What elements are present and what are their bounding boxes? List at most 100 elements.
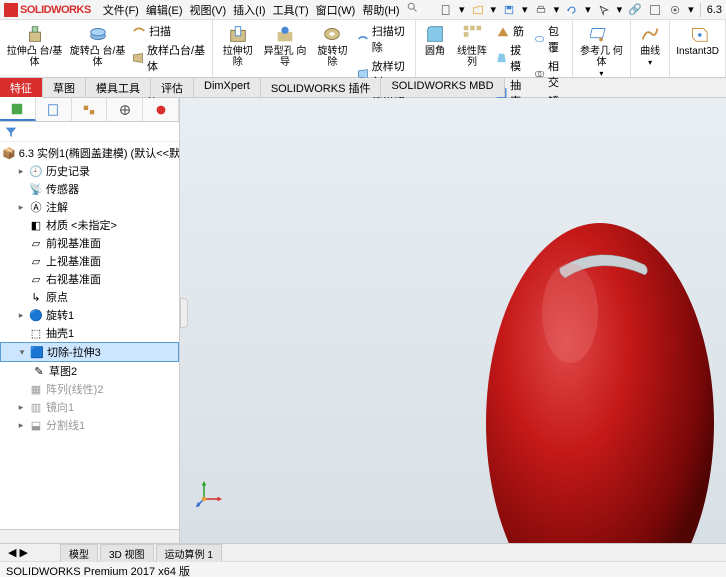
origin-icon: ↳ — [29, 290, 43, 304]
history-icon: 🕘 — [29, 164, 43, 178]
tab-motion-study[interactable]: 运动算例 1 — [156, 544, 222, 562]
feature-tree-panel: 📦6.3 实例1(椭圆盖建模) (默认<<默认>_显 ▸🕘历史记录 📡传感器 ▸… — [0, 98, 180, 543]
tab-dimxpert[interactable]: DimXpert — [194, 78, 261, 97]
tab-plugins[interactable]: SOLIDWORKS 插件 — [261, 78, 382, 97]
title-bar: SOLIDWORKS 文件(F) 编辑(E) 视图(V) 插入(I) 工具(T)… — [0, 0, 726, 20]
menu-bar: 文件(F) 编辑(E) 视图(V) 插入(I) 工具(T) 窗口(W) 帮助(H… — [101, 0, 419, 20]
tree-front-plane[interactable]: ▱前视基准面 — [0, 234, 179, 252]
plane-icon: ▱ — [29, 254, 43, 268]
model-render — [480, 173, 720, 543]
tree-root[interactable]: 📦6.3 实例1(椭圆盖建模) (默认<<默认>_显 — [0, 144, 179, 162]
tree-tab-display[interactable] — [143, 98, 179, 121]
menu-edit[interactable]: 编辑(E) — [144, 0, 185, 20]
loft-button[interactable]: 放样凸台/基体 — [129, 41, 209, 75]
tree-tab-config[interactable] — [72, 98, 108, 121]
pattern-icon: ▦ — [29, 382, 43, 396]
tree-sensors[interactable]: 📡传感器 — [0, 180, 179, 198]
logo-text: SOLIDWORKS — [20, 4, 91, 16]
plane-icon: ▱ — [29, 236, 43, 250]
tree-revolve1[interactable]: ▸🔵旋转1 — [0, 306, 179, 324]
tab-mold[interactable]: 模具工具 — [86, 78, 151, 97]
save-icon[interactable] — [502, 3, 516, 17]
feature-tree[interactable]: 📦6.3 实例1(椭圆盖建模) (默认<<默认>_显 ▸🕘历史记录 📡传感器 ▸… — [0, 142, 179, 529]
tab-mbd[interactable]: SOLIDWORKS MBD — [381, 78, 504, 97]
sketch-icon: ✎ — [32, 364, 46, 378]
expand-icon[interactable]: ▸ — [16, 310, 26, 320]
tree-scrollbar[interactable] — [0, 529, 179, 543]
expand-icon[interactable]: ▸ — [16, 202, 26, 212]
link-icon[interactable]: 🔗 — [628, 3, 642, 17]
tree-split1[interactable]: ▸⬓分割线1 — [0, 416, 179, 434]
tree-shell1[interactable]: ⬚抽壳1 — [0, 324, 179, 342]
sensor-icon: 📡 — [29, 182, 43, 196]
intersect-button[interactable]: 相交 — [531, 57, 569, 91]
doc-label: 6.3 — [707, 4, 722, 16]
split-icon: ⬓ — [29, 418, 43, 432]
tree-mirror1[interactable]: ▸▥镜向1 — [0, 398, 179, 416]
instant3d-button[interactable]: Instant3D — [673, 22, 722, 58]
sweep-button[interactable]: 扫描 — [129, 22, 209, 40]
select-icon[interactable] — [597, 3, 611, 17]
tree-tab-dimxpert[interactable] — [107, 98, 143, 121]
tree-filter-bar — [0, 122, 179, 142]
tab-feature[interactable]: 特征 — [0, 78, 43, 98]
menu-view[interactable]: 视图(V) — [188, 0, 229, 20]
menu-insert[interactable]: 插入(I) — [231, 0, 267, 20]
expand-icon[interactable]: ▸ — [16, 402, 26, 412]
expand-icon[interactable]: ▸ — [16, 420, 26, 430]
tab-sketch[interactable]: 草图 — [43, 78, 86, 97]
tab-evaluate[interactable]: 评估 — [151, 78, 194, 97]
status-bar: SOLIDWORKS Premium 2017 x64 版 — [0, 561, 726, 577]
tab-model[interactable]: 模型 — [60, 544, 98, 562]
tree-pattern[interactable]: ▦阵列(线性)2 — [0, 380, 179, 398]
tree-tab-property[interactable] — [36, 98, 72, 121]
ref-geometry-button[interactable]: 参考几 何体 — [576, 22, 628, 69]
status-text: SOLIDWORKS Premium 2017 x64 版 — [6, 566, 190, 578]
tree-sketch2[interactable]: ✎草图2 — [0, 362, 179, 380]
menu-tools[interactable]: 工具(T) — [271, 0, 311, 20]
rebuild-icon[interactable] — [565, 3, 579, 17]
motion-tabs: ◀ ▶ 模型 3D 视图 运动算例 1 — [0, 543, 726, 561]
logo-icon — [4, 3, 18, 17]
sweep-cut-button[interactable]: 扫描切除 — [354, 22, 412, 56]
settings-icon[interactable] — [668, 3, 682, 17]
panel-splitter[interactable] — [180, 298, 188, 328]
tree-tab-feature[interactable] — [0, 98, 36, 121]
new-icon[interactable] — [439, 3, 453, 17]
graphics-viewport[interactable] — [180, 98, 726, 543]
filter-icon[interactable] — [4, 125, 18, 139]
menu-window[interactable]: 窗口(W) — [314, 0, 358, 20]
options-icon[interactable] — [648, 3, 662, 17]
tree-origin[interactable]: ↳原点 — [0, 288, 179, 306]
tab-3d-view[interactable]: 3D 视图 — [100, 544, 154, 562]
cut-icon: 🟦 — [30, 345, 44, 359]
collapse-icon[interactable]: ▾ — [17, 347, 27, 357]
tree-material[interactable]: ◧材质 <未指定> — [0, 216, 179, 234]
main-area: 📦6.3 实例1(椭圆盖建模) (默认<<默认>_显 ▸🕘历史记录 📡传感器 ▸… — [0, 98, 726, 543]
command-tabs: 特征 草图 模具工具 评估 DimXpert SOLIDWORKS 插件 SOL… — [0, 78, 726, 98]
annotation-icon: Ⓐ — [29, 200, 43, 214]
rib-button[interactable]: 筋 — [493, 22, 531, 40]
plane-icon: ▱ — [29, 272, 43, 286]
tree-tabs — [0, 98, 179, 122]
search-icon[interactable] — [405, 0, 419, 14]
menu-file[interactable]: 文件(F) — [101, 0, 141, 20]
expand-icon[interactable]: ▸ — [16, 166, 26, 176]
revolve-icon: 🔵 — [29, 308, 43, 322]
open-icon[interactable] — [471, 3, 485, 17]
tree-history[interactable]: ▸🕘历史记录 — [0, 162, 179, 180]
material-icon: ◧ — [29, 218, 43, 232]
mirror-icon: ▥ — [29, 400, 43, 414]
print-icon[interactable] — [534, 3, 548, 17]
draft-button[interactable]: 拔模 — [493, 41, 531, 75]
tree-top-plane[interactable]: ▱上视基准面 — [0, 252, 179, 270]
shell-icon: ⬚ — [29, 326, 43, 340]
axis-triad — [195, 478, 225, 508]
tree-right-plane[interactable]: ▱右视基准面 — [0, 270, 179, 288]
curves-button[interactable]: 曲线 — [634, 22, 666, 58]
wrap-button[interactable]: 包覆 — [531, 22, 569, 56]
menu-help[interactable]: 帮助(H) — [360, 0, 401, 20]
tree-annotations[interactable]: ▸Ⓐ注解 — [0, 198, 179, 216]
ribbon: 拉伸凸 台/基体 旋转凸 台/基体 扫描 放样凸台/基体 边界凸台/基体 拉伸切… — [0, 20, 726, 78]
tree-cut-extrude3[interactable]: ▾🟦切除-拉伸3 — [0, 342, 179, 362]
